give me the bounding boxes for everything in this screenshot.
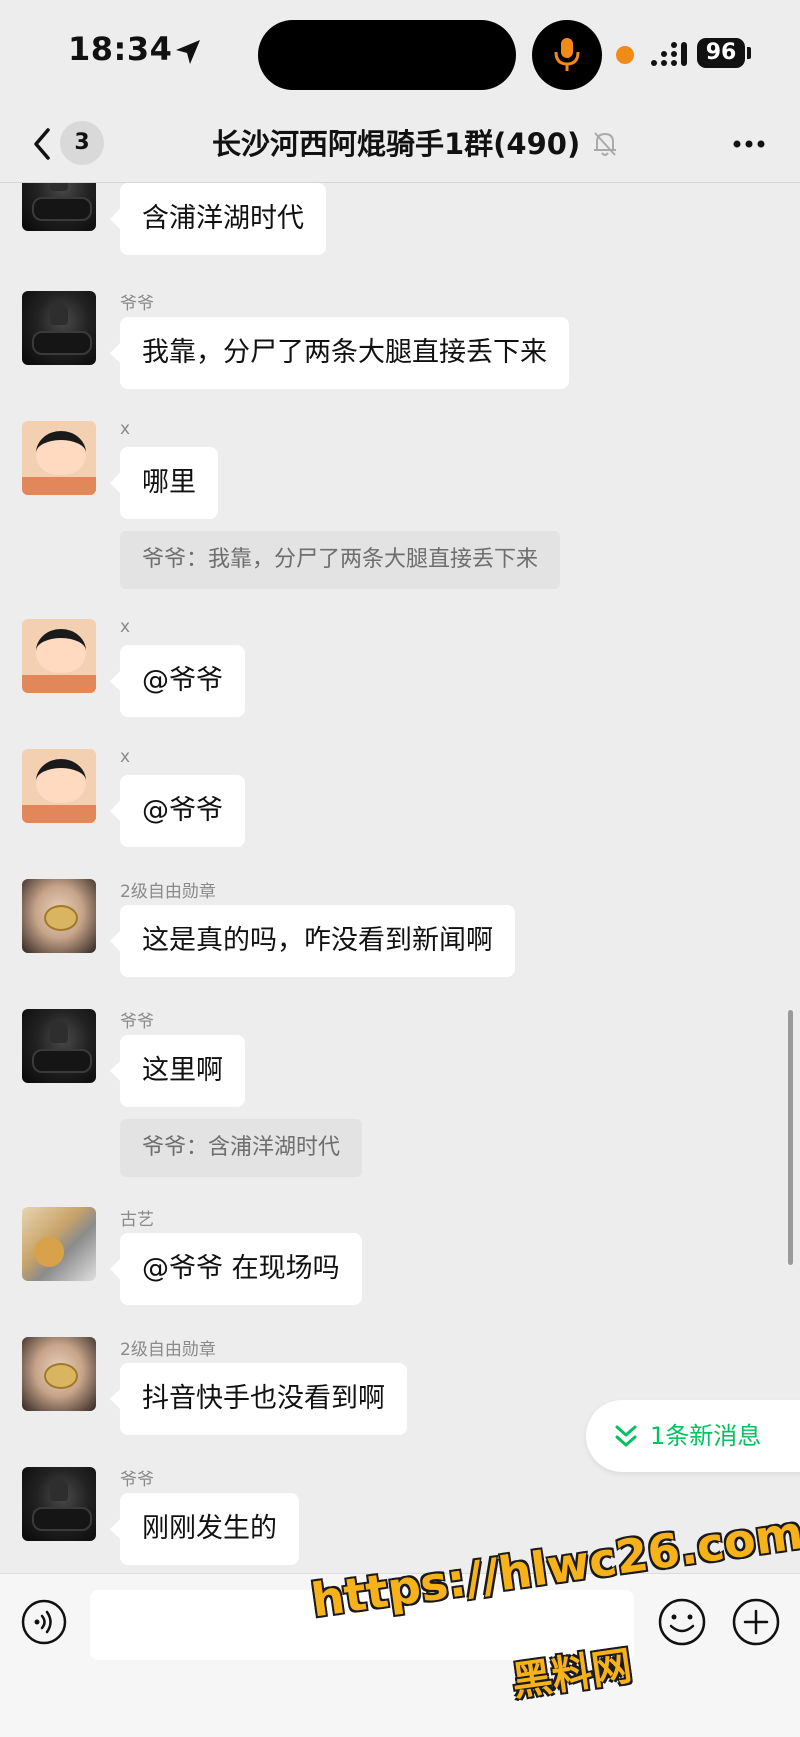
- new-messages-label: 1条新消息: [650, 1422, 762, 1450]
- chat-title: 长沙河西阿焜骑手1群(490): [212, 127, 581, 161]
- quoted-message[interactable]: 爷爷：含浦洋湖时代: [120, 1119, 363, 1177]
- status-time: 18:34: [68, 30, 173, 68]
- scrollbar[interactable]: [788, 1010, 793, 1265]
- battery-tip: [747, 47, 751, 59]
- location-arrow-icon: [176, 40, 200, 64]
- avatar[interactable]: [22, 879, 96, 953]
- avatar[interactable]: [22, 749, 96, 823]
- sender-name: 2级自由勋章: [120, 882, 216, 902]
- emoji-icon[interactable]: [656, 1596, 708, 1648]
- avatar[interactable]: [22, 291, 96, 365]
- double-chevron-down-icon: [615, 1425, 637, 1447]
- sender-name: 爷爷: [120, 1470, 154, 1490]
- message-bubble[interactable]: 抖音快手也没看到啊: [110, 1363, 407, 1435]
- message-bubble[interactable]: 这里啊: [110, 1035, 245, 1107]
- battery-icon: 96: [697, 38, 745, 68]
- avatar[interactable]: [22, 1009, 96, 1083]
- message-bubble[interactable]: 这是真的吗，咋没看到新闻啊: [110, 905, 515, 977]
- muted-bell-icon: [594, 132, 616, 156]
- sender-name: x: [120, 747, 131, 767]
- message-bubble[interactable]: 刚刚发生的: [110, 1493, 299, 1565]
- recording-dot-icon: [616, 46, 634, 64]
- message-bubble[interactable]: 哪里: [110, 447, 218, 519]
- sender-name: x: [120, 419, 131, 439]
- microphone-icon: [554, 38, 580, 71]
- avatar[interactable]: [22, 1467, 96, 1541]
- sender-name: 爷爷: [120, 294, 154, 314]
- sender-name: 2级自由勋章: [120, 1340, 216, 1360]
- back-chevron-icon[interactable]: [28, 124, 58, 164]
- status-bar: 18:34 96: [0, 0, 800, 110]
- message-bubble[interactable]: @爷爷 在现场吗: [110, 1233, 362, 1305]
- dynamic-island: [258, 20, 516, 90]
- plus-icon[interactable]: [730, 1596, 782, 1648]
- avatar[interactable]: [22, 619, 96, 693]
- message-list[interactable]: 含浦洋湖时代 爷爷 我靠，分尸了两条大腿直接丢下来 x 哪里 爷爷：我靠，分尸了…: [0, 183, 800, 1573]
- mic-indicator: [532, 20, 602, 90]
- avatar[interactable]: [22, 1207, 96, 1281]
- message-bubble[interactable]: 含浦洋湖时代: [110, 183, 326, 255]
- message-bubble[interactable]: 我靠，分尸了两条大腿直接丢下来: [110, 317, 569, 389]
- message-bubble[interactable]: @爷爷: [110, 645, 245, 717]
- message-bubble[interactable]: @爷爷: [110, 775, 245, 847]
- avatar[interactable]: [22, 1337, 96, 1411]
- sender-name: x: [120, 617, 131, 637]
- avatar[interactable]: [22, 183, 96, 231]
- voice-input-icon[interactable]: [20, 1598, 68, 1646]
- new-messages-button[interactable]: 1条新消息: [586, 1400, 800, 1472]
- sender-name: 爷爷: [120, 1012, 154, 1032]
- quoted-message[interactable]: 爷爷：我靠，分尸了两条大腿直接丢下来: [120, 531, 561, 589]
- more-options-icon[interactable]: [732, 138, 766, 150]
- cellular-signal-icon: [651, 42, 687, 66]
- sender-name: 古艺: [120, 1210, 154, 1230]
- avatar[interactable]: [22, 421, 96, 495]
- chat-header: 3 长沙河西阿焜骑手1群(490): [0, 110, 800, 183]
- unread-count-badge[interactable]: 3: [60, 121, 104, 165]
